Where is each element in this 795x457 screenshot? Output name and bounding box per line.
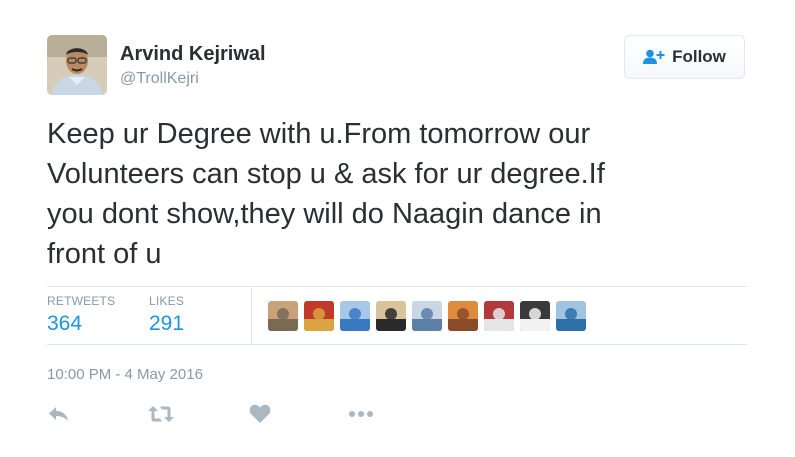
retweet-icon xyxy=(148,406,174,422)
retweet-button[interactable] xyxy=(148,400,174,428)
liker-avatar-6-icon[interactable] xyxy=(448,301,478,331)
liker-avatar-5-icon[interactable] xyxy=(412,301,442,331)
tweet-text: Keep ur Degree with u.From tomorrow our … xyxy=(47,118,605,270)
author-name[interactable]: Arvind Kejriwal xyxy=(120,43,266,66)
liker-avatars xyxy=(268,301,586,331)
retweets-count[interactable]: 364 xyxy=(47,312,82,336)
stats-separator xyxy=(251,287,252,344)
more-icon xyxy=(349,411,373,417)
tweet-timestamp[interactable]: 10:00 PM - 4 May 2016 xyxy=(47,366,203,383)
follow-button[interactable]: Follow xyxy=(624,35,745,79)
liker-avatar-8-icon[interactable] xyxy=(520,301,550,331)
author-avatar[interactable] xyxy=(47,35,107,95)
person-photo-icon xyxy=(47,35,107,95)
author-handle[interactable]: @TrollKejri xyxy=(120,70,199,88)
likes-count[interactable]: 291 xyxy=(149,312,184,336)
liker-avatar-2-icon[interactable] xyxy=(304,301,334,331)
like-button[interactable] xyxy=(249,400,271,428)
add-user-icon xyxy=(643,49,665,64)
liker-avatar-3-icon[interactable] xyxy=(340,301,370,331)
liker-avatar-4-icon[interactable] xyxy=(376,301,406,331)
more-button[interactable] xyxy=(348,400,374,428)
liker-avatar-9-icon[interactable] xyxy=(556,301,586,331)
stats-bottom-divider xyxy=(47,344,747,345)
tweet-card: Arvind Kejriwal @TrollKejri Follow Keep … xyxy=(0,0,795,457)
heart-icon xyxy=(249,404,271,423)
stats-top-divider xyxy=(47,286,747,287)
liker-avatar-7-icon[interactable] xyxy=(484,301,514,331)
follow-label: Follow xyxy=(672,47,726,66)
liker-avatar-1-icon[interactable] xyxy=(268,301,298,331)
likes-label: LIKES xyxy=(149,294,185,308)
reply-button[interactable] xyxy=(48,400,70,428)
reply-icon xyxy=(49,407,68,421)
retweets-label: RETWEETS xyxy=(47,294,116,308)
